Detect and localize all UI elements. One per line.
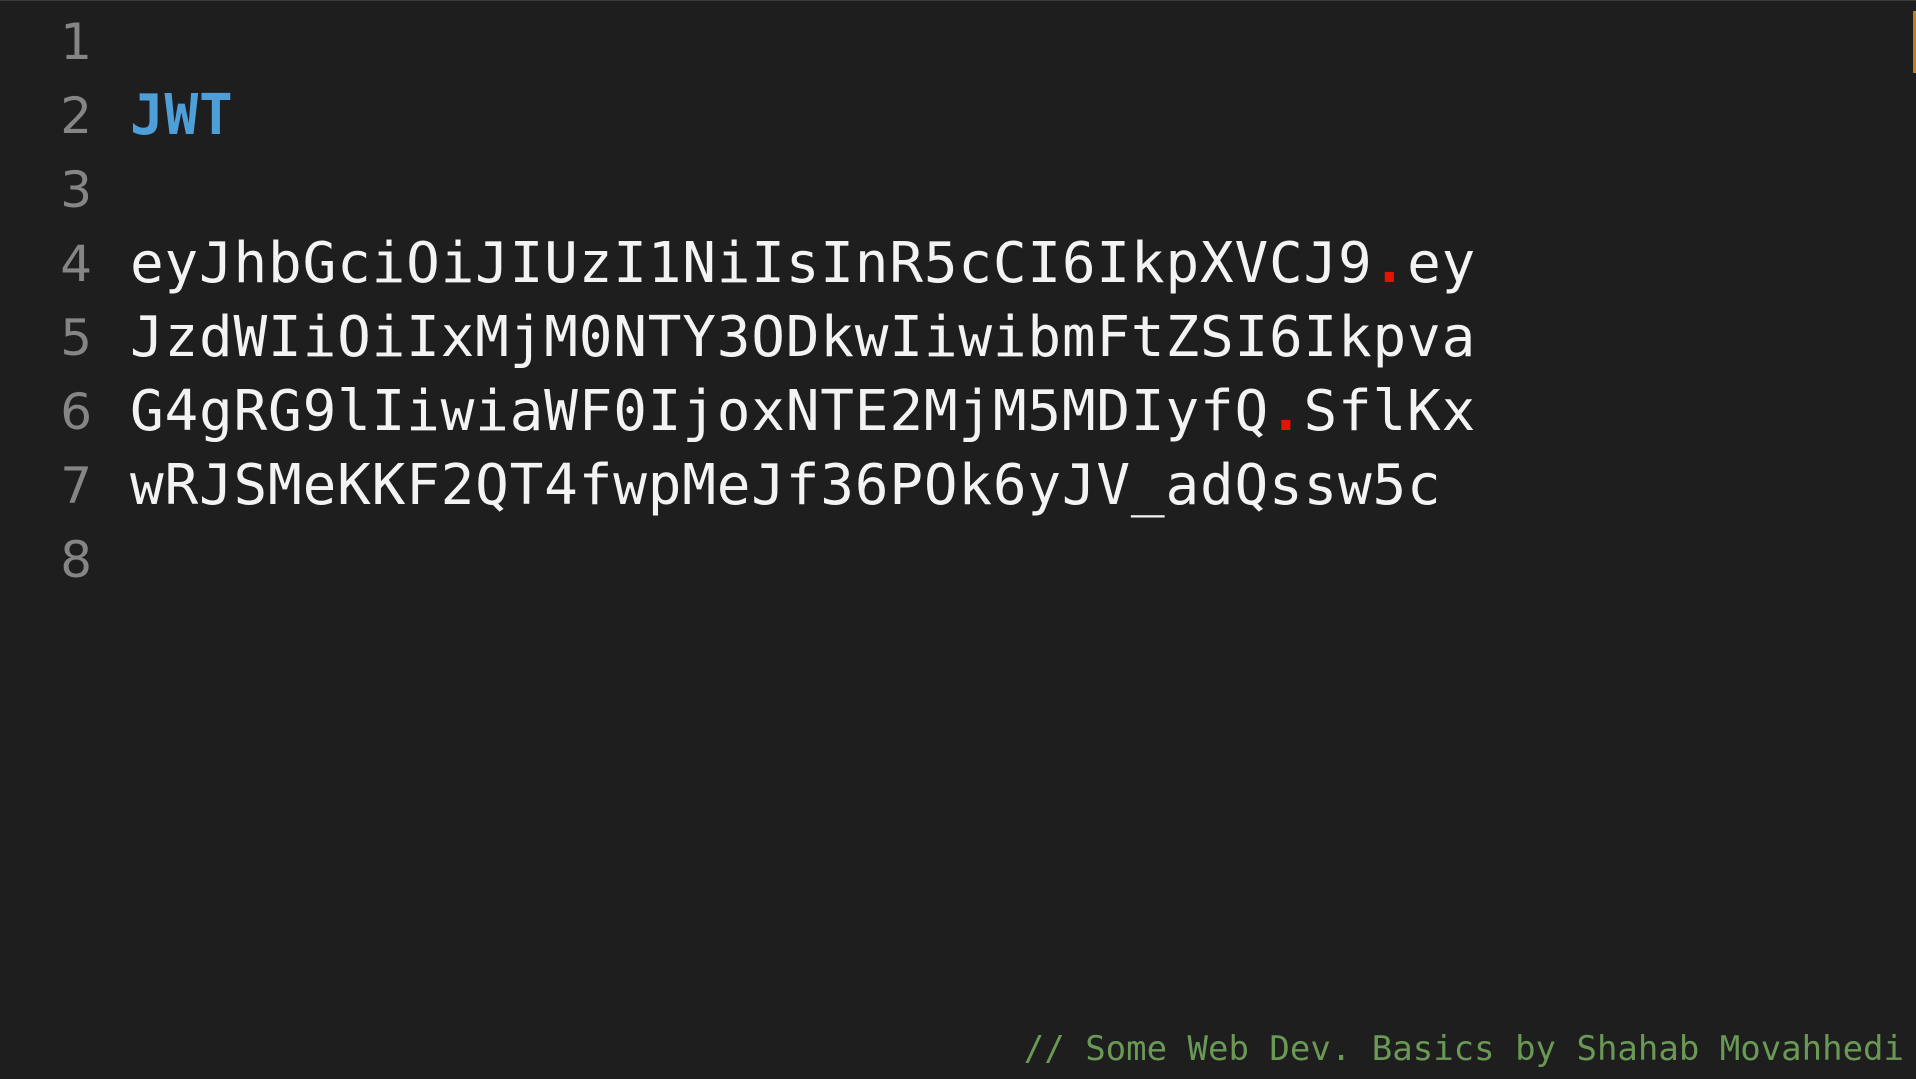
token-header-segment: eyJhbGciOiJIUzI1NiIsInR5cCI6IkpXVCJ9 (130, 231, 1373, 296)
token-line: wRJSMeKKF2QT4fwpMeJf36POk6yJV_adQssw5c (130, 453, 1442, 518)
token-payload-segment: ey (1407, 231, 1477, 296)
line-number: 7 (60, 457, 92, 515)
editor-line-4: 4 eyJhbGciOiJIUzI1NiIsInR5cCI6IkpXVCJ9.e… (0, 227, 1475, 301)
token-line: eyJhbGciOiJIUzI1NiIsInR5cCI6IkpXVCJ9.ey (130, 227, 1476, 301)
editor-line-3: 3 (0, 153, 92, 227)
token-separator-dot: . (1269, 379, 1304, 444)
editor-line-5: 5 JzdWIiOiIxMjM0NTY3ODkwIiwibmFtZSI6Ikpv… (0, 301, 1475, 375)
line-number: 1 (60, 13, 92, 71)
token-signature-segment: SflKx (1303, 379, 1477, 444)
editor-line-8: 8 (0, 523, 92, 597)
line-number: 4 (60, 235, 92, 293)
line-number: 8 (60, 531, 92, 589)
editor-line-7: 7 wRJSMeKKF2QT4fwpMeJf36POk6yJV_adQssw5c (0, 449, 1441, 523)
token-line: G4gRG9lIiwiaWF0IjoxNTE2MjM5MDIyfQ.SflKx (130, 375, 1476, 449)
line-number: 6 (60, 383, 92, 441)
editor-line-2: 2 JWT (0, 79, 233, 153)
editor-line-6: 6 G4gRG9lIiwiaWF0IjoxNTE2MjM5MDIyfQ.SflK… (0, 375, 1475, 449)
token-separator-dot: . (1372, 231, 1408, 296)
editor-line-1: 1 (0, 5, 92, 79)
line-number: 3 (60, 161, 92, 219)
footer-comment: // Some Web Dev. Basics by Shahab Movahh… (1023, 1029, 1904, 1069)
line-number: 2 (60, 87, 92, 145)
token-payload-segment: G4gRG9lIiwiaWF0IjoxNTE2MjM5MDIyfQ (130, 379, 1269, 444)
line-number: 5 (60, 309, 92, 367)
code-editor[interactable]: 1 2 JWT 3 4 eyJhbGciOiJIUzI1NiIsInR5cCI6… (0, 0, 1916, 1079)
heading-text: JWT (130, 83, 234, 148)
token-line: JzdWIiOiIxMjM0NTY3ODkwIiwibmFtZSI6Ikpva (130, 305, 1477, 370)
